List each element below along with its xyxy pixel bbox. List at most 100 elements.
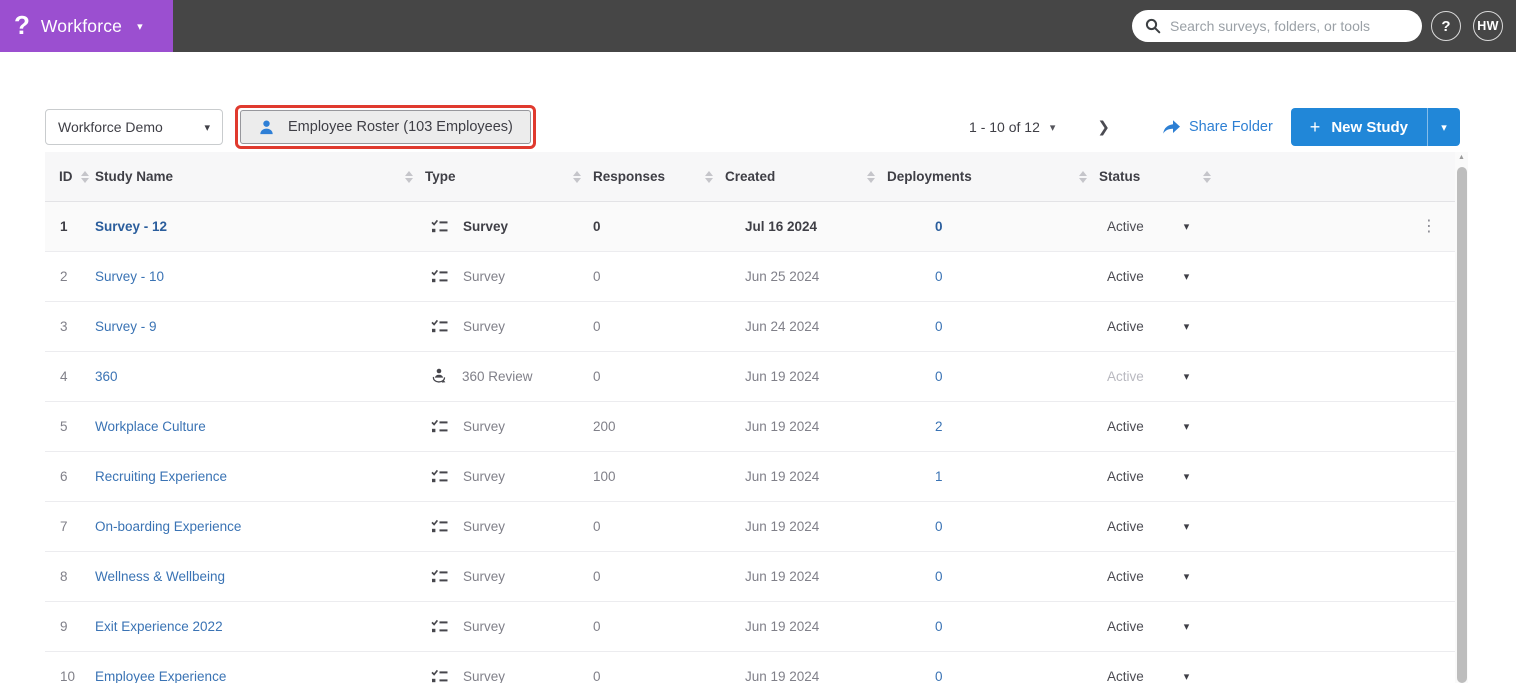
chevron-down-icon: ▾ [1183,471,1190,483]
product-switcher[interactable]: ? Workforce ▾ [0,0,173,52]
search-input[interactable] [1170,18,1400,34]
type-label: 360 Review [462,369,533,384]
survey-icon [431,519,448,534]
column-header-status[interactable]: Status [1099,152,1229,201]
table-row: 6 Recruiting Experience Survey 100 Jun 1… [45,452,1455,502]
status-dropdown[interactable]: Active ▾ [1099,519,1229,534]
cell-deployments: 0 [887,319,1099,334]
chevron-down-icon: ▾ [1049,121,1056,134]
chevron-down-icon: ▾ [204,121,210,134]
status-dropdown[interactable]: Active ▾ [1099,319,1229,334]
cell-study-name: Workplace Culture [95,419,425,434]
deployments-link[interactable]: 0 [935,219,943,234]
study-name-link[interactable]: Survey - 10 [95,269,164,284]
cell-created: Jun 19 2024 [745,469,820,484]
deployments-link[interactable]: 0 [935,619,943,634]
cell-responses: 0 [593,619,601,634]
share-folder-button[interactable]: Share Folder [1162,119,1273,135]
cell-actions: ⋮ [1229,219,1455,235]
360-review-icon [431,368,447,385]
cell-deployments: 2 [887,419,1099,434]
share-folder-label: Share Folder [1188,119,1273,135]
column-header-id[interactable]: ID [45,152,95,201]
type-label: Survey [463,319,506,334]
deployments-link[interactable]: 2 [935,419,943,434]
employee-roster-button[interactable]: Employee Roster (103 Employees) [240,110,531,144]
study-name-link[interactable]: Workplace Culture [95,419,206,434]
cell-responses: 0 [593,319,601,334]
status-dropdown[interactable]: Active ▾ [1099,419,1229,434]
new-study-split-button: + New Study ▾ [1290,108,1460,146]
deployments-link[interactable]: 0 [935,669,943,683]
status-dropdown[interactable]: Active ▾ [1099,669,1229,683]
deployments-link[interactable]: 1 [935,469,943,484]
sort-icon [1203,170,1211,183]
sort-icon [705,170,713,183]
new-study-dropdown-button[interactable]: ▾ [1427,108,1460,146]
study-name-link[interactable]: Wellness & Wellbeing [95,569,225,584]
sort-icon [405,170,413,183]
study-name-link[interactable]: Survey - 9 [95,319,157,334]
cell-responses: 0 [593,669,601,683]
survey-icon [431,569,448,584]
help-button[interactable]: ? [1431,11,1461,41]
survey-icon [431,419,448,434]
study-name-link[interactable]: On-boarding Experience [95,519,241,534]
cell-type: Survey [425,569,593,584]
status-dropdown[interactable]: Active ▾ [1099,569,1229,584]
study-name-link[interactable]: Recruiting Experience [95,469,227,484]
cell-deployments: 0 [887,519,1099,534]
cell-id: 2 [60,269,68,284]
study-name-link[interactable]: 360 [95,369,118,384]
status-label: Active [1107,469,1144,484]
table-row: 8 Wellness & Wellbeing Survey 0 Jun 19 2… [45,552,1455,602]
table-row: 7 On-boarding Experience Survey 0 Jun 19… [45,502,1455,552]
column-header-responses[interactable]: Responses [593,152,725,201]
scrollbar-thumb[interactable] [1456,167,1467,683]
column-header-deployments[interactable]: Deployments [887,152,1099,201]
status-label: Active [1107,369,1144,384]
table-row: 1 Survey - 12 Survey 0 Jul 16 2024 0 Act… [45,202,1455,252]
cell-study-name: Exit Experience 2022 [95,619,425,634]
cell-responses: 0 [593,219,601,234]
chevron-down-icon: ▾ [1183,671,1190,683]
status-dropdown[interactable]: Active ▾ [1099,619,1229,634]
global-search[interactable] [1132,10,1422,42]
study-name-link[interactable]: Survey - 12 [95,219,167,234]
study-name-link[interactable]: Exit Experience 2022 [95,619,223,634]
vertical-scrollbar[interactable]: ▲ [1455,152,1468,683]
deployments-link[interactable]: 0 [935,569,943,584]
deployments-link[interactable]: 0 [935,269,943,284]
column-header-name[interactable]: Study Name [95,152,425,201]
study-name-link[interactable]: Employee Experience [95,669,226,683]
status-dropdown[interactable]: Active ▾ [1099,219,1229,234]
status-label: Active [1107,569,1144,584]
scroll-up-icon[interactable]: ▲ [1455,154,1468,161]
column-header-created[interactable]: Created [725,152,887,201]
cell-created: Jun 19 2024 [745,669,820,683]
chevron-down-icon: ▾ [1441,121,1447,134]
type-label: Survey [463,619,506,634]
cell-type: Survey [425,319,593,334]
status-label: Active [1107,319,1144,334]
folder-select[interactable]: Workforce Demo ▾ [45,109,223,145]
deployments-link[interactable]: 0 [935,319,943,334]
next-page-button[interactable]: ❯ [1097,118,1110,136]
row-menu-icon[interactable]: ⋮ [1421,219,1437,235]
brand-logo-icon: ? [14,10,30,40]
deployments-link[interactable]: 0 [935,519,943,534]
status-dropdown[interactable]: Active ▾ [1099,269,1229,284]
folder-toolbar: Workforce Demo ▾ Employee Roster (103 Em… [45,105,1460,149]
column-header-type[interactable]: Type [425,152,593,201]
cell-responses: 0 [593,569,601,584]
status-dropdown[interactable]: Active ▾ [1099,469,1229,484]
sort-icon [573,170,581,183]
annotation-highlight-box: Employee Roster (103 Employees) [235,105,536,149]
status-dropdown[interactable]: Active ▾ [1099,369,1229,384]
new-study-button[interactable]: + New Study [1290,108,1427,146]
cell-type: Survey [425,219,593,234]
deployments-link[interactable]: 0 [935,369,943,384]
pagination-dropdown[interactable]: 1 - 10 of 12 ▾ [969,119,1055,135]
pagination-range-label: 1 - 10 of 12 [969,119,1040,135]
user-avatar[interactable]: HW [1473,11,1503,41]
